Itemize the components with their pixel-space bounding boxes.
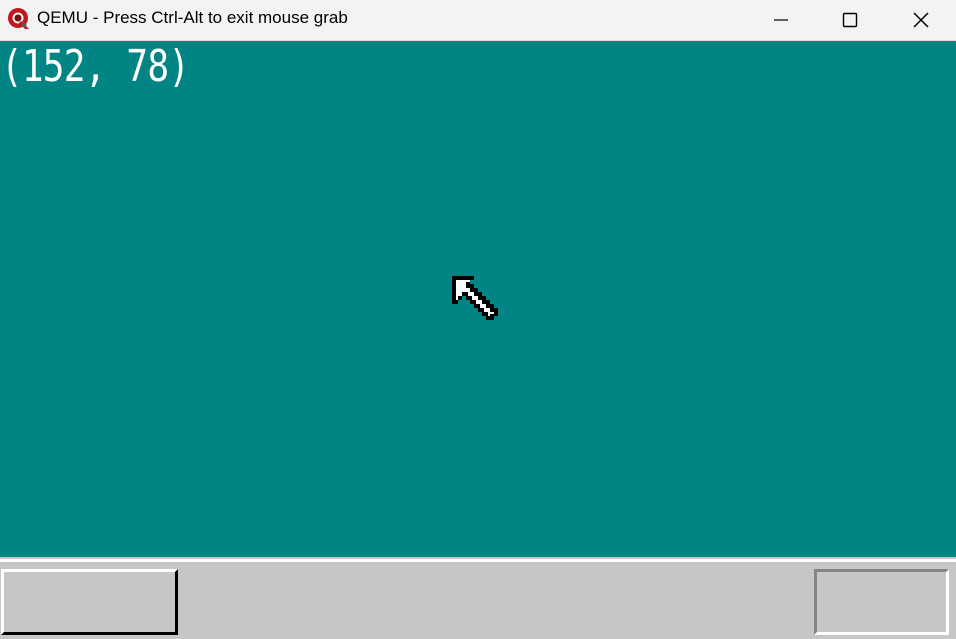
qemu-window: QEMU - Press Ctrl-Alt to exit mouse grab… xyxy=(0,0,956,639)
maximize-icon xyxy=(842,12,858,28)
title-bar[interactable]: QEMU - Press Ctrl-Alt to exit mouse grab xyxy=(0,0,956,41)
taskbar-highlight xyxy=(0,559,956,562)
close-button[interactable] xyxy=(886,0,956,40)
start-button[interactable] xyxy=(1,569,178,635)
qemu-logo-icon xyxy=(8,8,29,29)
close-icon xyxy=(913,12,929,28)
arrow-cursor-icon xyxy=(452,276,498,320)
maximize-button[interactable] xyxy=(815,0,885,40)
minimize-button[interactable] xyxy=(746,0,816,40)
mouse-position-readout: (152, 78) xyxy=(1,41,190,92)
taskbar xyxy=(0,557,956,639)
window-title: QEMU - Press Ctrl-Alt to exit mouse grab xyxy=(37,8,348,27)
minimize-icon xyxy=(774,19,788,21)
system-tray[interactable] xyxy=(814,569,949,635)
guest-desktop[interactable]: (152, 78) xyxy=(0,41,956,557)
